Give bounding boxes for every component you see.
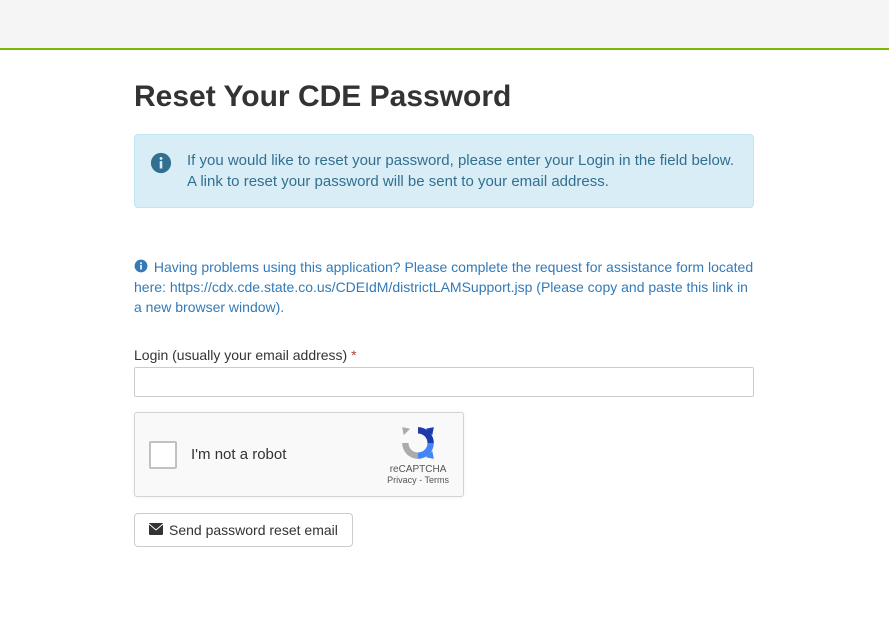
main-container: Reset Your CDE Password If you would lik… <box>134 80 754 547</box>
recaptcha-logo-icon <box>399 424 437 462</box>
login-label: Login (usually your email address) * <box>134 347 754 363</box>
envelope-icon <box>149 522 163 538</box>
recaptcha-brand-text: reCAPTCHA <box>387 464 449 475</box>
recaptcha-branding: reCAPTCHA Privacy - Terms <box>387 424 449 485</box>
help-text: Having problems using this application? … <box>134 258 754 317</box>
login-field-group: Login (usually your email address) * <box>134 347 754 397</box>
help-text-link: https://cdx.cde.state.co.us/CDEIdM/distr… <box>170 279 533 295</box>
info-icon <box>150 150 172 177</box>
page-title: Reset Your CDE Password <box>134 80 754 114</box>
recaptcha-separator: - <box>417 475 425 485</box>
send-reset-email-button[interactable]: Send password reset email <box>134 513 353 547</box>
submit-button-label: Send password reset email <box>169 522 338 538</box>
info-alert: If you would like to reset your password… <box>134 134 754 208</box>
login-label-text: Login (usually your email address) <box>134 347 347 363</box>
recaptcha-widget: I'm not a robot reCAPTCHA Privacy - Term… <box>134 412 464 497</box>
info-circle-icon <box>134 259 148 279</box>
login-input[interactable] <box>134 367 754 397</box>
info-alert-text: If you would like to reset your password… <box>187 150 738 192</box>
recaptcha-terms-link[interactable]: Terms <box>425 475 450 485</box>
top-bar <box>0 0 889 50</box>
recaptcha-privacy-link[interactable]: Privacy <box>387 475 417 485</box>
recaptcha-checkbox[interactable] <box>149 441 177 469</box>
recaptcha-label: I'm not a robot <box>191 446 387 463</box>
required-mark: * <box>351 347 356 363</box>
